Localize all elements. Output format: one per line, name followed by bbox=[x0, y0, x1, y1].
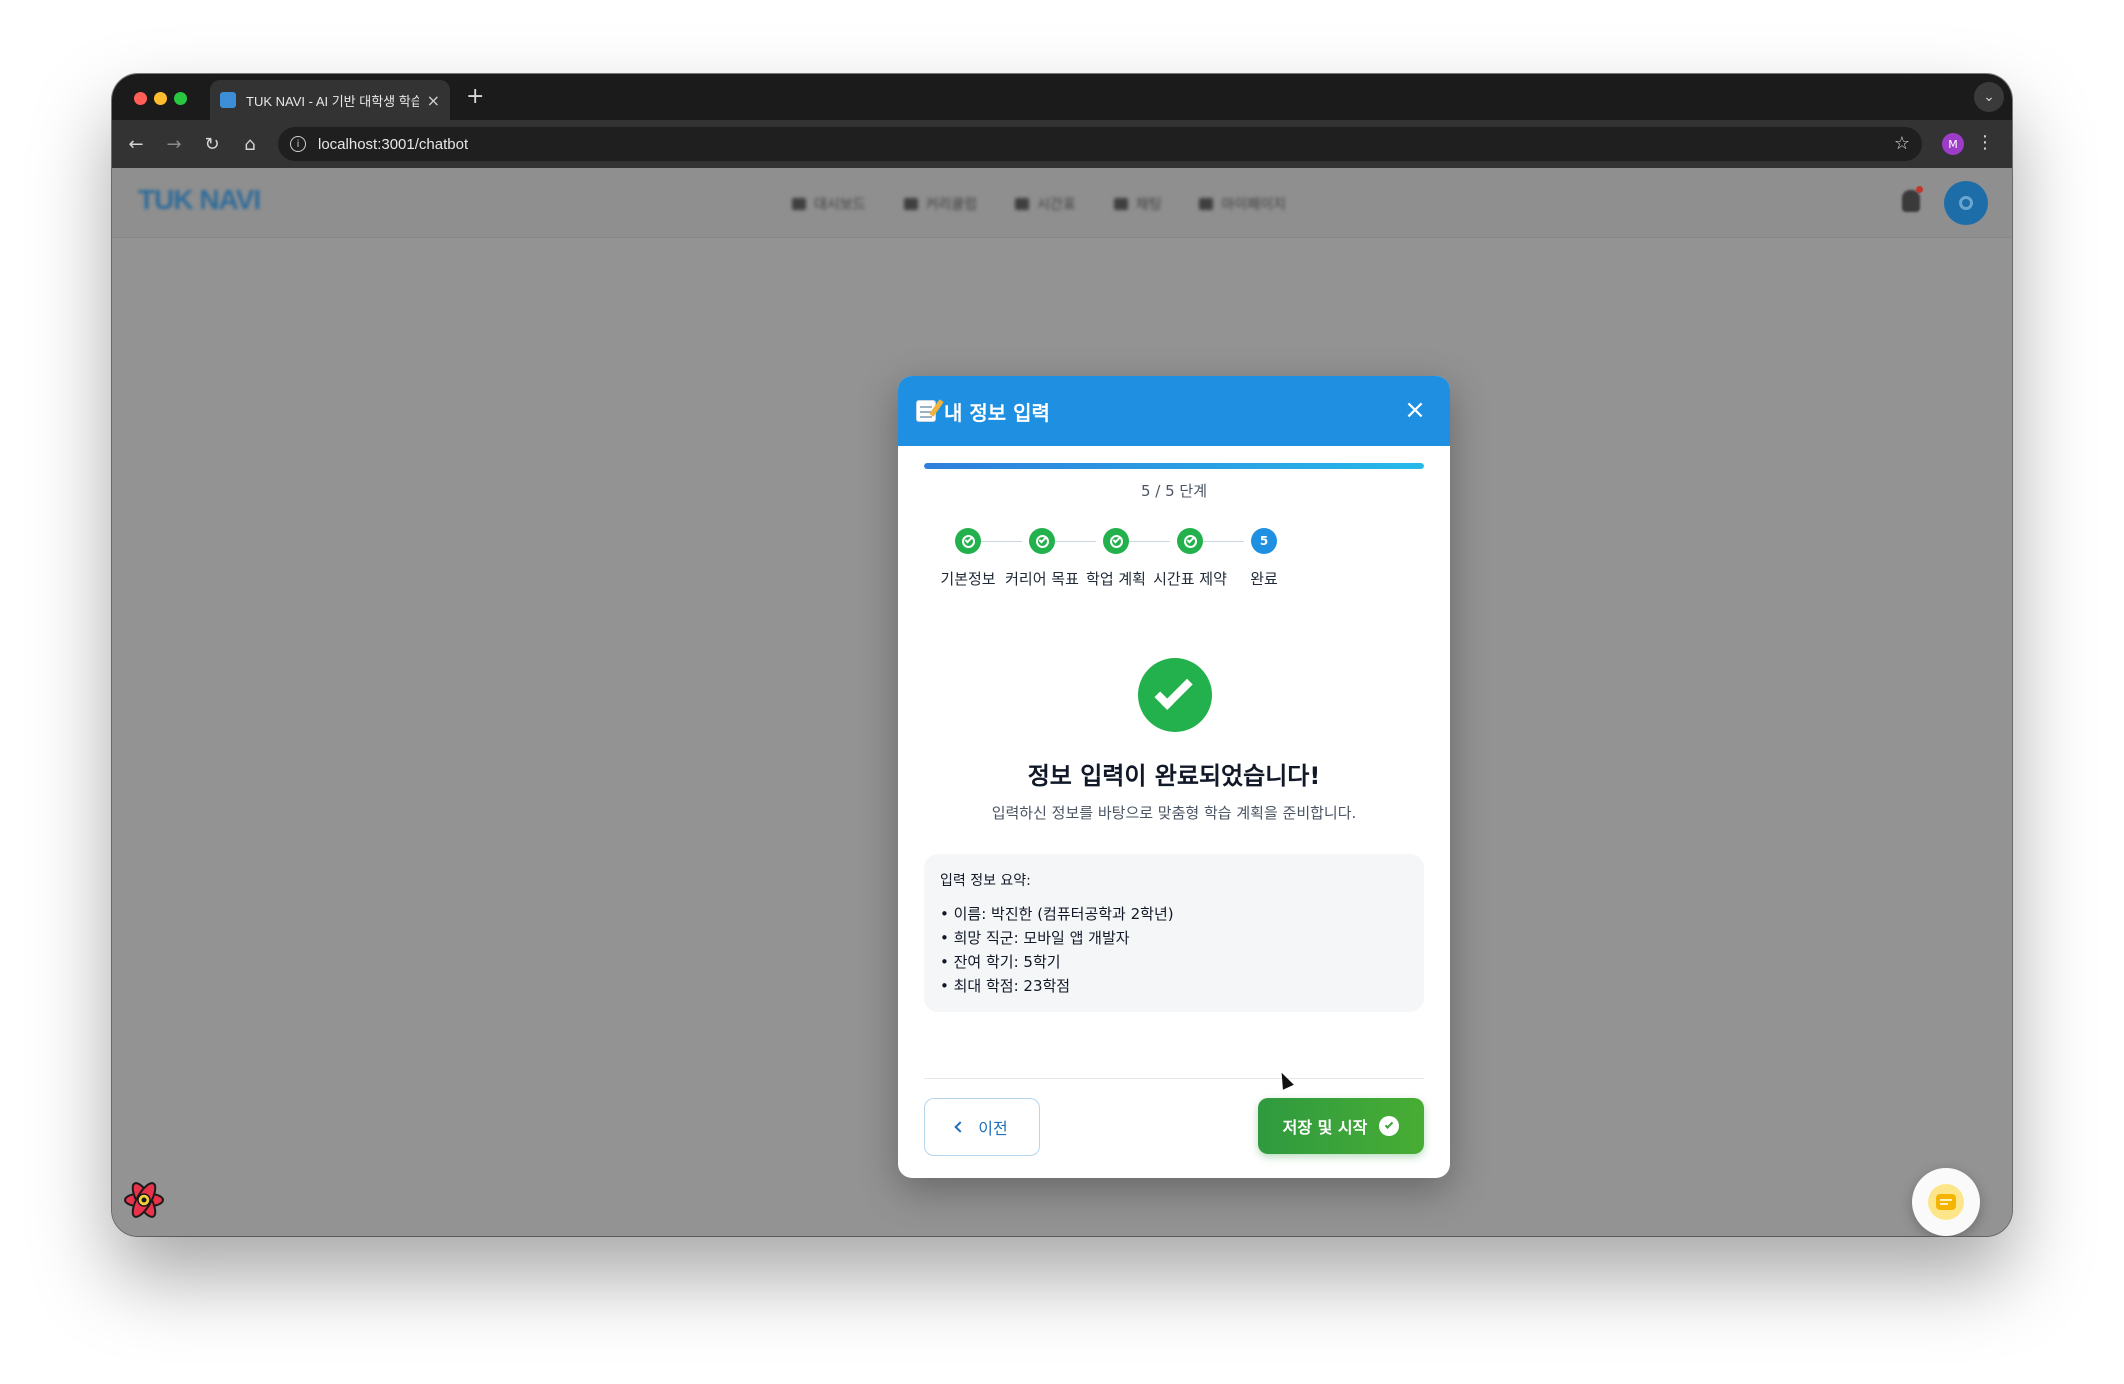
chat-floating-button[interactable] bbox=[1912, 1168, 1980, 1236]
close-icon[interactable]: × bbox=[1402, 397, 1428, 424]
completion-title: 정보 입력이 완료되었습니다! bbox=[1027, 762, 1321, 790]
success-check-icon bbox=[1138, 658, 1212, 732]
step-label: 완료 bbox=[1250, 570, 1278, 588]
bell-icon[interactable] bbox=[1902, 190, 1920, 212]
nav-item-label: 시간표 bbox=[1037, 197, 1076, 213]
modal-header: 내 정보 입력 × bbox=[898, 376, 1450, 446]
step-check-icon bbox=[1103, 528, 1129, 554]
check-circle-icon bbox=[1379, 1116, 1400, 1136]
url-text[interactable]: localhost:3001/chatbot bbox=[318, 136, 468, 153]
close-window-button[interactable] bbox=[134, 92, 147, 105]
maximize-window-button[interactable] bbox=[174, 92, 187, 105]
stepper: 기본정보 커리어 목표 학업 계획 시간표 제약 5 완료 bbox=[898, 528, 1450, 588]
back-arrow-icon[interactable]: ← bbox=[124, 132, 148, 156]
save-and-start-button[interactable]: 저장 및 시작 bbox=[1258, 1098, 1424, 1154]
step-complete: 5 완료 bbox=[1214, 528, 1314, 589]
previous-button-label: 이전 bbox=[978, 1119, 1008, 1138]
chat-fab-badge bbox=[1928, 1184, 1964, 1220]
nav-item-label: 마이페이지 bbox=[1221, 197, 1286, 213]
progress-bar bbox=[924, 463, 1424, 469]
reload-icon[interactable]: ↻ bbox=[200, 132, 224, 156]
nav-item-label: 대시보드 bbox=[814, 197, 866, 213]
bookmark-star-icon[interactable]: ☆ bbox=[1894, 133, 1910, 154]
notification-badge bbox=[1916, 186, 1923, 193]
tab-search-chevron-icon[interactable]: ⌄ bbox=[1974, 82, 2004, 112]
nav-item-label: 채팅 bbox=[1135, 197, 1162, 213]
footer-divider bbox=[924, 1078, 1424, 1079]
nav-item-curriculum[interactable]: 커리큘럼 bbox=[903, 194, 978, 214]
site-info-icon[interactable]: i bbox=[290, 136, 306, 152]
completion-subtitle: 입력하신 정보를 바탕으로 맞춤형 학습 계획을 준비합니다. bbox=[991, 804, 1357, 822]
minimize-window-button[interactable] bbox=[154, 92, 167, 105]
step-check-icon bbox=[1029, 528, 1055, 554]
summary-item: • 잔여 학기: 5학기 bbox=[940, 953, 1061, 971]
memo-icon bbox=[916, 400, 936, 422]
previous-button[interactable]: 이전 bbox=[924, 1098, 1040, 1156]
app-nav: 대시보드 커리큘럼 시간표 채팅 마이페이지 bbox=[792, 194, 1286, 214]
modal-title: 내 정보 입력 bbox=[944, 400, 1050, 425]
summary-item: • 최대 학점: 23학점 bbox=[940, 977, 1071, 995]
save-button-label: 저장 및 시작 bbox=[1282, 1118, 1368, 1137]
react-devtools-icon[interactable] bbox=[122, 1178, 166, 1222]
step-counter: 5 / 5 단계 bbox=[1140, 482, 1208, 500]
app-header: TUK NAVI 대시보드 커리큘럼 시간표 채팅 마이페이지 bbox=[112, 168, 2012, 238]
dashboard-icon bbox=[792, 198, 806, 210]
step-check-icon bbox=[955, 528, 981, 554]
progress-fill bbox=[924, 463, 1424, 469]
nav-item-label: 커리큘럼 bbox=[925, 197, 978, 213]
browser-window: TUK NAVI - AI 기반 대학생 학습 × + ⌄ ← → ↻ ⌂ i … bbox=[112, 74, 2012, 1236]
profile-avatar[interactable]: M bbox=[1942, 133, 1964, 155]
browser-tab[interactable]: TUK NAVI - AI 기반 대학생 학습 × bbox=[210, 80, 450, 120]
tab-strip: TUK NAVI - AI 기반 대학생 학습 × + ⌄ bbox=[112, 74, 2012, 120]
step-check-icon bbox=[1177, 528, 1203, 554]
user-icon bbox=[1199, 198, 1214, 210]
tab-title: TUK NAVI - AI 기반 대학생 학습 bbox=[246, 93, 419, 109]
message-icon bbox=[1936, 1194, 1956, 1210]
summary-card: 입력 정보 요약: • 이름: 박진한 (컴퓨터공학과 2학년) • 희망 직군… bbox=[924, 854, 1424, 1012]
summary-title: 입력 정보 요약: bbox=[940, 873, 1031, 889]
address-bar[interactable]: i localhost:3001/chatbot ☆ bbox=[278, 127, 1922, 161]
step-number-badge: 5 bbox=[1251, 528, 1277, 554]
browser-toolbar: ← → ↻ ⌂ i localhost:3001/chatbot ☆ M ⋮ bbox=[112, 120, 2012, 168]
profile-input-modal: 내 정보 입력 × 5 / 5 단계 기본정보 커리어 목표 학업 계획 시간표… bbox=[898, 376, 1450, 1178]
nav-item-mypage[interactable]: 마이페이지 bbox=[1199, 194, 1286, 214]
summary-item: • 이름: 박진한 (컴퓨터공학과 2학년) bbox=[940, 905, 1174, 923]
curriculum-icon bbox=[903, 198, 918, 210]
clock-icon bbox=[1015, 198, 1030, 210]
app-logo[interactable]: TUK NAVI bbox=[138, 184, 261, 216]
tab-close-icon[interactable]: × bbox=[427, 91, 440, 110]
forward-arrow-icon[interactable]: → bbox=[162, 132, 186, 156]
chat-icon bbox=[1113, 198, 1128, 210]
nav-item-timetable[interactable]: 시간표 bbox=[1015, 194, 1076, 214]
new-tab-button[interactable]: + bbox=[466, 84, 484, 109]
nav-item-chat[interactable]: 채팅 bbox=[1113, 194, 1162, 214]
home-icon[interactable]: ⌂ bbox=[238, 132, 262, 156]
browser-menu-icon[interactable]: ⋮ bbox=[1976, 132, 1994, 153]
nav-item-dashboard[interactable]: 대시보드 bbox=[792, 194, 866, 214]
summary-item: • 희망 직군: 모바일 앱 개발자 bbox=[940, 929, 1130, 947]
favicon-icon bbox=[220, 92, 236, 108]
chevron-left-icon bbox=[954, 1121, 966, 1133]
user-avatar[interactable] bbox=[1944, 181, 1988, 225]
